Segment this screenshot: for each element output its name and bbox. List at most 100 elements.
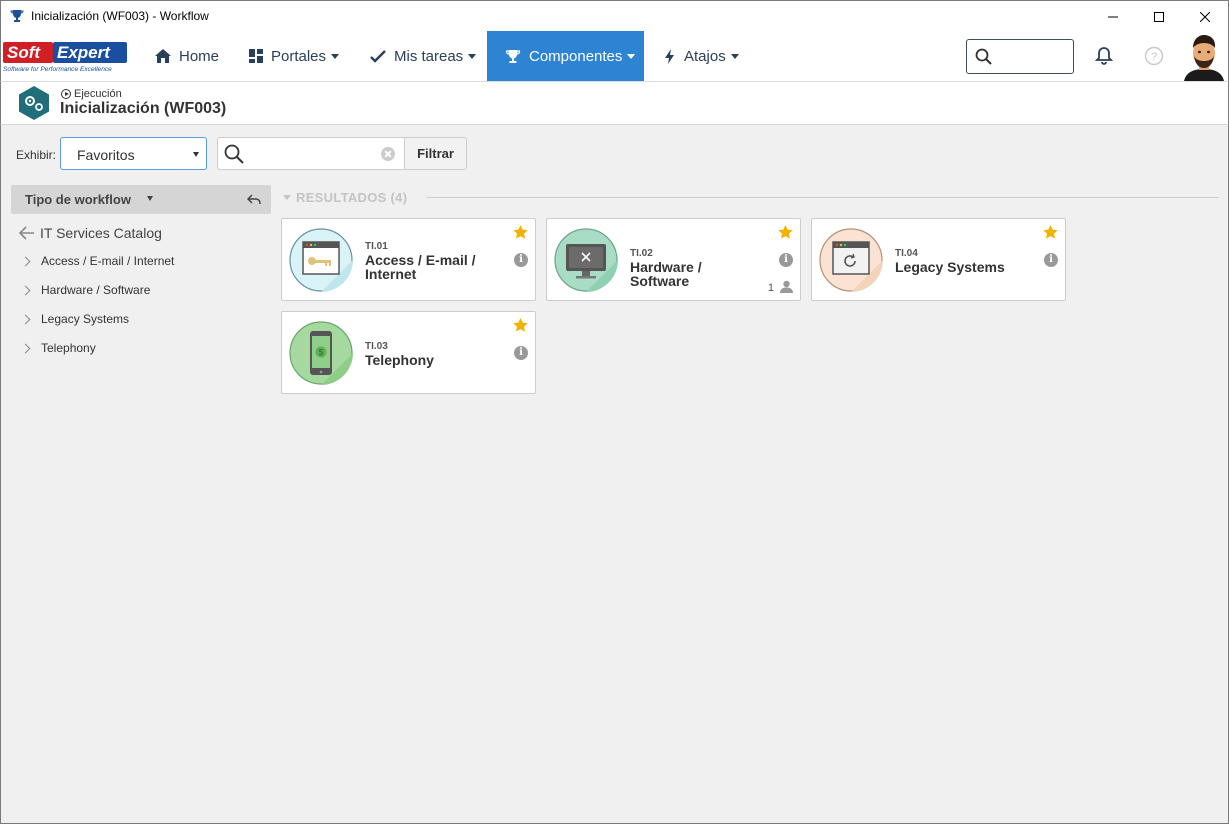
bolt-icon [665, 48, 674, 64]
sidebar-item-hardware[interactable]: Hardware / Software [20, 283, 151, 297]
nav-atajos-label: Atajos [684, 47, 726, 65]
grid-icon [249, 49, 263, 63]
chevron-right-icon [20, 256, 31, 266]
filter-button[interactable]: Filtrar [404, 137, 467, 170]
info-icon[interactable]: i [1044, 253, 1058, 267]
sidebar-item-access[interactable]: Access / E-mail / Internet [20, 254, 175, 268]
chevron-down-icon [193, 152, 199, 157]
undo-icon[interactable] [247, 193, 261, 205]
softexpert-logo[interactable]: Soft Expert Software for Performance Exc… [3, 40, 133, 74]
search-icon [975, 48, 992, 65]
home-icon [155, 49, 171, 63]
chevron-down-icon[interactable] [147, 196, 153, 201]
nav-componentes[interactable]: Componentes [487, 31, 644, 81]
nav-home-label: Home [179, 47, 220, 65]
sidebar-item-label: Hardware / Software [41, 283, 151, 297]
trophy-icon [10, 8, 26, 24]
chevron-right-icon [20, 285, 31, 295]
exhibir-select-value: Favoritos [77, 147, 135, 163]
card-name: Access / E-mail / Internet [365, 252, 476, 282]
svg-text:?: ? [1151, 51, 1157, 63]
star-icon[interactable] [513, 225, 528, 239]
global-search-input[interactable] [966, 39, 1074, 74]
nav-portales[interactable]: Portales [249, 31, 340, 81]
workflow-card[interactable]: TI.01 Access / E-mail / Internet i [281, 218, 536, 301]
arrow-left-icon [19, 226, 34, 240]
svg-text:$: $ [319, 348, 324, 357]
card-code: TI.01 [365, 241, 388, 252]
gears-icon [17, 85, 51, 126]
chevron-down-icon [331, 53, 340, 59]
results-heading[interactable]: RESULTADOS (4) [283, 190, 407, 205]
check-icon [370, 49, 386, 63]
page-title: Inicialización (WF003) [60, 100, 227, 117]
top-navbar: Soft Expert Software for Performance Exc… [0, 31, 1229, 82]
window-titlebar: Inicialización (WF003) - Workflow [0, 0, 1229, 31]
nav-mis-tareas-label: Mis tareas [394, 47, 464, 65]
exhibir-label: Exhibir: [16, 148, 57, 162]
close-button[interactable] [1182, 1, 1228, 32]
sidebar-item-label: Access / E-mail / Internet [41, 254, 175, 268]
card-code: TI.03 [365, 341, 388, 352]
sidebar-item-label: Telephony [41, 341, 96, 355]
nav-home[interactable]: Home [155, 31, 219, 81]
chevron-down-icon [730, 53, 739, 59]
window-title: Inicialización (WF003) - Workflow [31, 9, 209, 23]
catalog-back-link[interactable]: IT Services Catalog [19, 225, 162, 241]
divider [427, 197, 1219, 198]
sidebar-item-label: Legacy Systems [41, 312, 130, 326]
maximize-button[interactable] [1136, 1, 1182, 32]
workflow-card[interactable]: TI.02 Hardware / Software i 1 [546, 218, 801, 301]
panel-title: Tipo de workflow [25, 192, 131, 207]
results-heading-label: RESULTADOS (4) [296, 190, 408, 205]
exhibir-select[interactable]: Favoritos [60, 137, 207, 170]
info-icon[interactable]: i [779, 253, 793, 267]
star-icon[interactable] [513, 318, 528, 332]
trophy-icon [505, 49, 521, 63]
breadcrumb-label: Ejecución [74, 88, 122, 100]
chevron-down-icon [283, 195, 291, 200]
bell-icon[interactable] [1094, 46, 1114, 71]
card-name: Telephony [365, 352, 434, 368]
card-name: Hardware / Software [630, 259, 702, 289]
chevron-down-icon [627, 53, 636, 59]
card-code: TI.02 [630, 248, 653, 259]
nav-mis-tareas[interactable]: Mis tareas [370, 31, 477, 81]
card-name: Legacy Systems [895, 259, 1005, 275]
chevron-down-icon [468, 53, 477, 59]
minimize-button[interactable] [1090, 1, 1136, 32]
logo-soft: Soft [7, 43, 41, 62]
info-icon[interactable]: i [514, 253, 528, 267]
nav-atajos[interactable]: Atajos [664, 31, 739, 81]
browser-refresh-icon [819, 228, 883, 292]
monitor-tools-icon [554, 228, 618, 292]
filter-search-input[interactable] [217, 137, 405, 170]
logo-tagline: Software for Performance Excellence [3, 66, 112, 73]
browser-key-icon [289, 228, 353, 292]
page-header: Ejecución Inicialización (WF003) [0, 82, 1229, 125]
user-icon [780, 280, 793, 293]
play-icon [61, 89, 71, 99]
star-icon[interactable] [1043, 225, 1058, 239]
chevron-right-icon [20, 314, 31, 324]
chevron-right-icon [20, 343, 31, 353]
nav-componentes-label: Componentes [529, 47, 623, 65]
help-icon[interactable]: ? [1144, 46, 1164, 71]
search-icon [224, 144, 244, 164]
info-icon[interactable]: i [514, 346, 528, 360]
nav-portales-label: Portales [271, 47, 327, 65]
card-user-count: 1 [767, 282, 774, 294]
star-icon[interactable] [778, 225, 793, 239]
breadcrumb[interactable]: Ejecución [61, 88, 122, 100]
workflow-card[interactable]: $ TI.03 Telephony i [281, 311, 536, 394]
card-code: TI.04 [895, 248, 918, 259]
phone-dollar-icon: $ [289, 321, 353, 385]
workflow-type-panel-header[interactable]: Tipo de workflow [11, 185, 271, 214]
avatar[interactable] [1180, 32, 1228, 81]
logo-expert: Expert [57, 43, 111, 62]
workflow-card[interactable]: TI.04 Legacy Systems i [811, 218, 1066, 301]
clear-icon[interactable] [381, 147, 395, 161]
sidebar-item-telephony[interactable]: Telephony [20, 341, 96, 355]
sidebar-item-legacy[interactable]: Legacy Systems [20, 312, 130, 326]
catalog-label: IT Services Catalog [40, 225, 162, 241]
